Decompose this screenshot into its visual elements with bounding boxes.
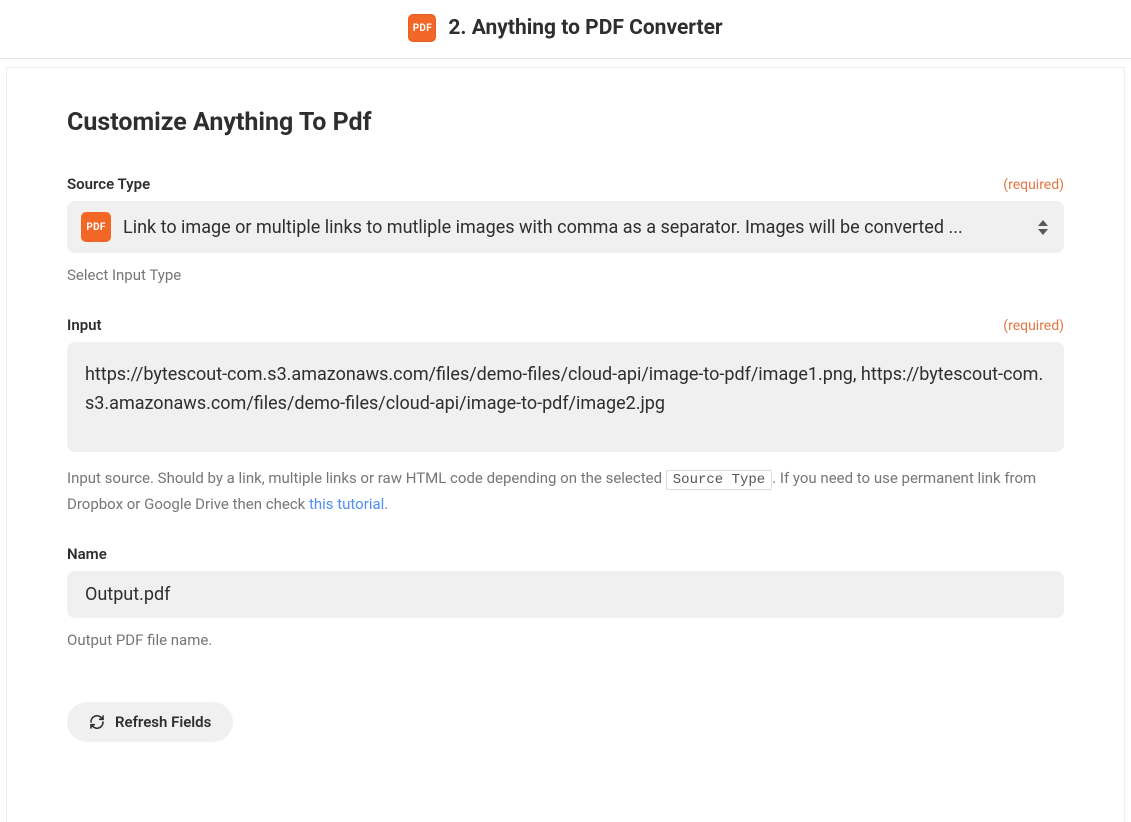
refresh-icon [89,714,105,730]
field-name: Name Output PDF file name. [67,545,1064,653]
required-tag: (required) [1003,177,1064,193]
input-label: Input [67,316,102,334]
name-input[interactable] [67,571,1064,618]
refresh-fields-button[interactable]: Refresh Fields [67,702,233,742]
source-type-help: Select Input Type [67,263,1064,288]
field-source-type: Source Type (required) PDF Link to image… [67,175,1064,288]
step-header: PDF 2. Anything to PDF Converter [0,0,1131,59]
field-input: Input (required) Input source. Should by… [67,316,1064,517]
pdf-app-icon: PDF [81,212,111,242]
source-type-select[interactable]: PDF Link to image or multiple links to m… [67,201,1064,253]
tutorial-link[interactable]: this tutorial [309,495,384,513]
step-title: 2. Anything to PDF Converter [448,16,722,40]
input-help-code: Source Type [666,470,772,490]
source-type-label: Source Type [67,175,150,193]
refresh-button-label: Refresh Fields [115,713,211,731]
pdf-app-icon: PDF [408,14,436,42]
required-tag: (required) [1003,318,1064,334]
name-help: Output PDF file name. [67,628,1064,653]
select-stepper-icon [1036,218,1050,236]
input-textarea[interactable] [67,342,1064,452]
form-panel: Customize Anything To Pdf Source Type (r… [6,67,1125,822]
source-type-value: Link to image or multiple links to mutli… [123,217,1024,238]
input-help-pre: Input source. Should by a link, multiple… [67,469,666,487]
section-title: Customize Anything To Pdf [67,108,1064,137]
input-help: Input source. Should by a link, multiple… [67,466,1064,517]
input-help-post: . [384,495,388,513]
name-label: Name [67,545,107,563]
